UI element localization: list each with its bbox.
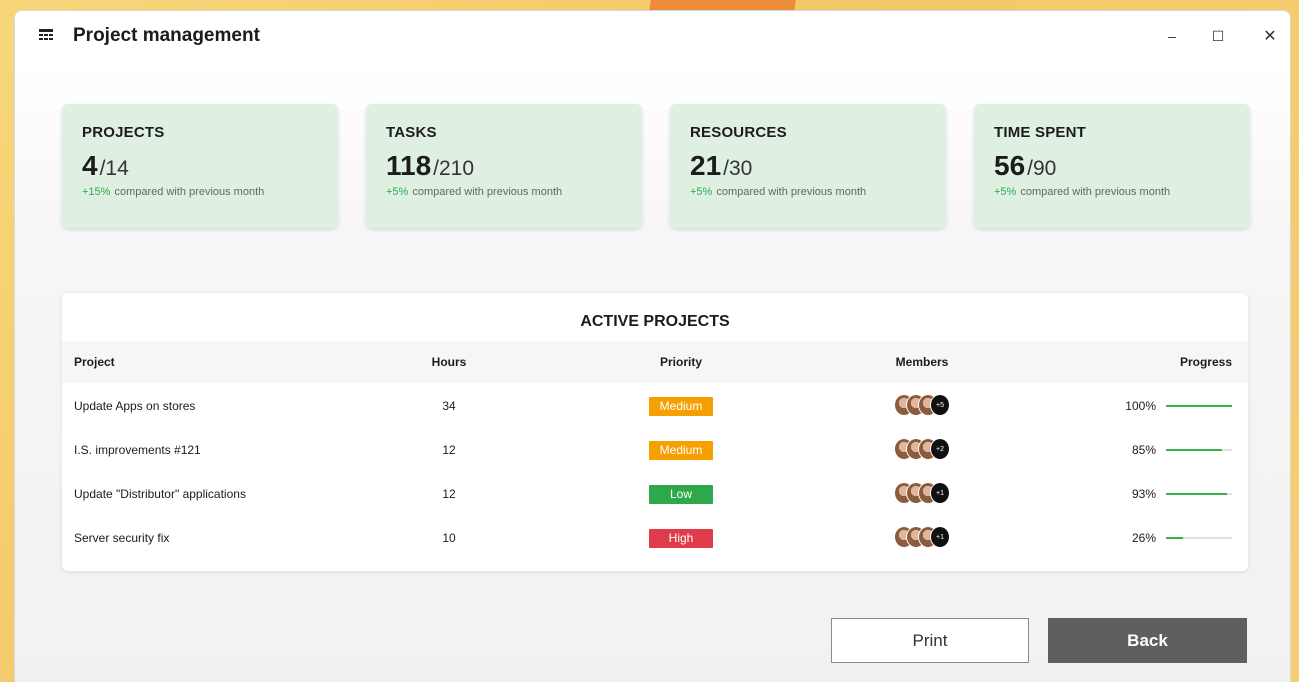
table-row[interactable]: Update Apps on stores 34 Medium +5 100%: [62, 384, 1248, 428]
priority-cell: Low: [647, 485, 715, 504]
progress-cell: 93%: [1092, 487, 1232, 501]
project-hours: 34: [442, 399, 456, 413]
app-window: Project management – ☐ ✕ PROJECTS 4/14 +…: [14, 10, 1291, 682]
minimize-button[interactable]: –: [1152, 23, 1192, 49]
progress-cell: 100%: [1092, 399, 1232, 413]
stat-value: 4/14: [82, 150, 129, 181]
priority-cell: Medium: [647, 397, 715, 416]
column-header-hours[interactable]: Hours: [414, 355, 484, 369]
maximize-button[interactable]: ☐: [1198, 23, 1238, 49]
stat-footnote: +15% compared with previous month: [82, 186, 265, 198]
stat-card-resources: RESOURCES 21/30 +5% compared with previou…: [670, 104, 946, 228]
member-avatars: +5: [882, 394, 962, 416]
stat-footnote: +5% compared with previous month: [994, 186, 1171, 198]
project-name: Update Apps on stores: [74, 399, 196, 413]
priority-badge: Medium: [649, 441, 713, 460]
stat-label: TIME SPENT: [994, 124, 1087, 141]
progress-bar: [1166, 449, 1232, 451]
progress-bar: [1166, 537, 1232, 539]
app-table-icon: [39, 29, 53, 40]
stat-value: 21/30: [690, 150, 753, 181]
project-hours: 10: [442, 531, 456, 545]
project-name: Update "Distributor" applications: [74, 487, 246, 501]
progress-percent: 26%: [1131, 531, 1156, 545]
table-header: Project Hours Priority Members Progress: [62, 341, 1248, 383]
more-members-badge: +2: [930, 438, 950, 460]
progress-percent: 93%: [1131, 487, 1156, 501]
more-members-badge: +1: [930, 526, 950, 548]
panel-title: ACTIVE PROJECTS: [580, 313, 730, 330]
column-header-priority[interactable]: Priority: [647, 355, 715, 369]
project-hours: 12: [442, 487, 456, 501]
members-cell[interactable]: +1: [882, 482, 962, 504]
member-avatars: +2: [882, 438, 962, 460]
stats-row: PROJECTS 4/14 +15% compared with previous…: [62, 104, 1250, 228]
priority-badge: Low: [649, 485, 713, 504]
priority-cell: High: [647, 529, 715, 548]
member-avatars: +1: [882, 482, 962, 504]
stat-total: /30: [723, 157, 753, 180]
progress-bar-fill: [1166, 405, 1232, 407]
more-members-badge: +5: [930, 394, 950, 416]
more-members-badge: +1: [930, 482, 950, 504]
stat-label: TASKS: [386, 124, 437, 141]
back-button[interactable]: Back: [1048, 618, 1247, 663]
close-button[interactable]: ✕: [1250, 23, 1290, 49]
members-cell[interactable]: +5: [882, 394, 962, 416]
member-avatars: +1: [882, 526, 962, 548]
members-cell[interactable]: +1: [882, 526, 962, 548]
stat-card-projects: PROJECTS 4/14 +15% compared with previous…: [62, 104, 338, 228]
priority-badge: Medium: [649, 397, 713, 416]
stat-total: /14: [99, 157, 129, 180]
stat-total: /90: [1027, 157, 1057, 180]
project-name: Server security fix: [74, 531, 170, 545]
stat-change: +5%: [386, 186, 409, 198]
progress-bar: [1166, 405, 1232, 407]
stat-total: /210: [433, 157, 475, 180]
stat-change: +5%: [994, 186, 1017, 198]
progress-bar-fill: [1166, 449, 1223, 451]
stat-card-tasks: TASKS 118/210 +5% compared with previous …: [366, 104, 642, 228]
stat-value: 118/210: [386, 150, 475, 181]
column-header-progress[interactable]: Progress: [1092, 355, 1232, 369]
priority-cell: Medium: [647, 441, 715, 460]
progress-bar-fill: [1166, 493, 1228, 495]
project-hours: 12: [442, 443, 456, 457]
progress-percent: 100%: [1125, 399, 1156, 413]
title-bar: Project management – ☐ ✕: [15, 11, 1290, 63]
active-projects-panel: ACTIVE PROJECTS Project Hours Priority M…: [62, 293, 1248, 571]
stat-footnote: +5% compared with previous month: [690, 186, 867, 198]
stat-card-time-spent: TIME SPENT 56/90 +5% compared with previo…: [974, 104, 1250, 228]
stat-change: +5%: [690, 186, 713, 198]
table-row[interactable]: I.S. improvements #121 12 Medium +2 85%: [62, 428, 1248, 472]
stat-value: 56/90: [994, 150, 1057, 181]
stat-label: RESOURCES: [690, 124, 787, 141]
stat-label: PROJECTS: [82, 124, 165, 141]
print-button[interactable]: Print: [831, 618, 1029, 663]
stat-footnote: +5% compared with previous month: [386, 186, 563, 198]
members-cell[interactable]: +2: [882, 438, 962, 460]
stat-change: +15%: [82, 186, 111, 198]
progress-bar-fill: [1166, 537, 1184, 539]
progress-bar: [1166, 493, 1232, 495]
table-row[interactable]: Update "Distributor" applications 12 Low +1…: [62, 472, 1248, 516]
priority-badge: High: [649, 529, 713, 548]
progress-cell: 26%: [1092, 531, 1232, 545]
window-title: Project management: [73, 25, 260, 46]
table-row[interactable]: Server security fix 10 High +1 26%: [62, 516, 1248, 560]
column-header-project[interactable]: Project: [74, 355, 115, 369]
progress-percent: 85%: [1131, 443, 1156, 457]
column-header-members[interactable]: Members: [882, 355, 962, 369]
main-content: PROJECTS 4/14 +15% compared with previous…: [15, 63, 1290, 682]
progress-cell: 85%: [1092, 443, 1232, 457]
project-name: I.S. improvements #121: [74, 443, 201, 457]
